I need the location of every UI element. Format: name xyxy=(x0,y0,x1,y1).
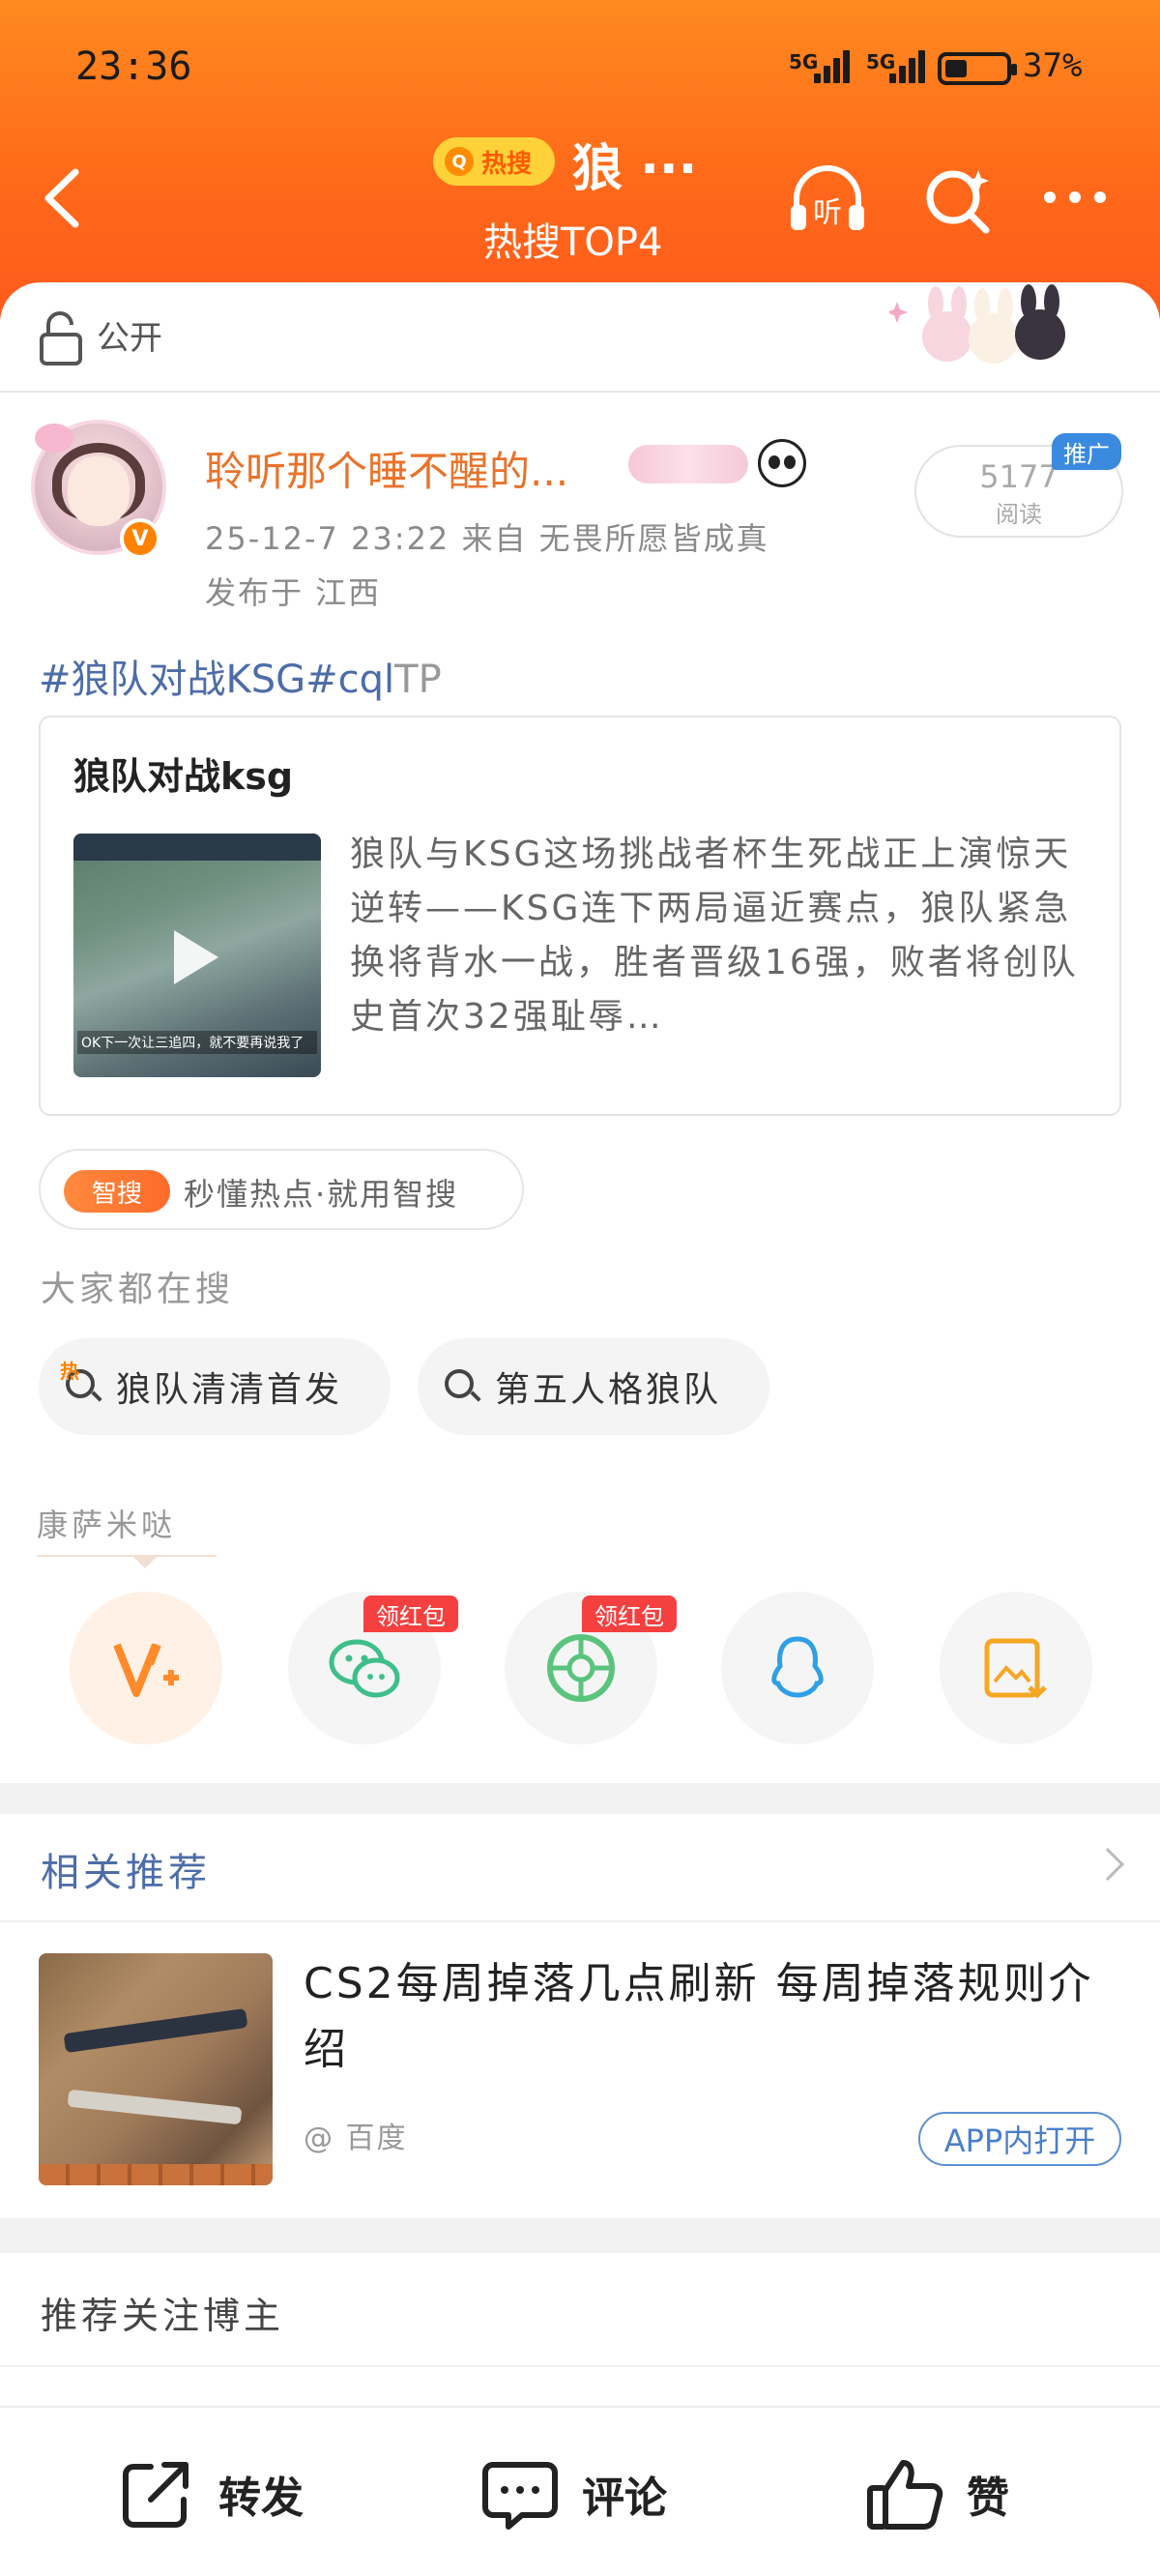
header-title[interactable]: 狼 ··· xyxy=(572,128,697,200)
signal-icon xyxy=(812,48,856,83)
verified-badge: V xyxy=(120,518,160,559)
divider xyxy=(0,391,1160,393)
headphones-listen-icon[interactable]: 听 xyxy=(787,162,868,236)
qq-icon xyxy=(771,1636,824,1698)
chevron-right-icon[interactable] xyxy=(1091,1848,1124,1881)
recommend-follow-header: 推荐关注博主 xyxy=(0,2253,1160,2365)
related-source: @ 百度 xyxy=(304,2122,408,2155)
member-badge-icon xyxy=(628,445,748,483)
article-title: 狼队对战ksg xyxy=(73,755,294,798)
search-suggestion-2[interactable]: 第五人格狼队 xyxy=(418,1338,769,1435)
v-plus-icon xyxy=(113,1643,179,1697)
related-title: 相关推荐 xyxy=(41,1851,211,1895)
divider xyxy=(37,1555,217,1557)
hashtag-line[interactable]: #狼队对战KSG#cqlTP xyxy=(39,648,442,704)
battery-percent: 37% xyxy=(1023,46,1083,85)
article-summary: 狼队与KSG这场挑战者杯生死战正上演惊天逆转——KSG连下两局逼近赛点，狼队紧急… xyxy=(350,834,1079,1037)
search-icon xyxy=(443,1367,481,1406)
comment-button[interactable]: 评论 xyxy=(479,2450,667,2537)
svg-text:听: 听 xyxy=(813,196,842,230)
pointer-arrow xyxy=(131,1555,159,1568)
more-options-icon[interactable] xyxy=(1034,162,1116,236)
thumbnail-caption: OK下一次让三追四，就不要再说我了 xyxy=(77,1031,317,1054)
visibility-label[interactable]: 公开 xyxy=(97,311,162,359)
related-headline[interactable]: CS2每周掉落几点刷新 每周掉落规则介绍 xyxy=(304,1951,1135,2083)
status-bar: 23:36 5G 5G 37% xyxy=(0,39,1160,97)
red-packet-tag-2[interactable]: 领红包 xyxy=(582,1595,677,1632)
recommend-follow-list xyxy=(0,2367,1160,2406)
comment-icon xyxy=(482,2462,558,2530)
repost-button[interactable]: 转发 xyxy=(116,2450,304,2537)
share-save-image-button[interactable] xyxy=(940,1592,1092,1744)
red-packet-tag[interactable]: 领红包 xyxy=(363,1595,458,1632)
open-in-app-button[interactable]: APP内打开 xyxy=(918,2112,1121,2166)
save-image-icon xyxy=(984,1638,1047,1699)
moments-icon xyxy=(547,1634,615,1702)
hot-search-icon: 热 xyxy=(60,1360,102,1406)
post-card: 公开 V 聆听那个睡不醒的... 25-12-7 23:22 来自 无畏所愿皆成… xyxy=(0,282,1160,1783)
related-thumbnail[interactable] xyxy=(39,1953,273,2185)
repost-icon xyxy=(123,2462,188,2528)
panda-icon xyxy=(758,439,806,487)
zhisou-badge: 智搜 xyxy=(64,1170,170,1213)
recommend-follow-title: 推荐关注博主 xyxy=(41,2295,285,2337)
like-button[interactable]: 赞 xyxy=(864,2450,1009,2537)
share-vplus-button[interactable] xyxy=(70,1592,222,1744)
video-thumbnail[interactable]: OK下一次让三追四，就不要再说我了 xyxy=(73,834,321,1077)
bottom-action-bar: 转发 评论 赞 xyxy=(0,2406,1160,2576)
hot-search-badge: Q 热搜 xyxy=(433,137,555,186)
post-location: 发布于 江西 xyxy=(205,574,382,611)
share-section-label: 康萨米哒 xyxy=(37,1507,177,1543)
battery-icon xyxy=(938,52,1017,85)
bunny-sticker-decoration xyxy=(889,284,1065,364)
promo-tag[interactable]: 推广 xyxy=(1052,433,1121,470)
everyone-search-label: 大家都在搜 xyxy=(41,1270,235,1309)
related-header[interactable]: 相关推荐 xyxy=(0,1814,1160,1920)
search-icon: Q xyxy=(445,147,474,176)
top-header: 23:36 5G 5G 37% Q 热搜 狼 ··· 热搜TOP4 听 xyxy=(0,0,1160,319)
smart-search-icon[interactable] xyxy=(918,162,1000,236)
wechat-icon xyxy=(329,1639,400,1698)
thumbs-up-icon xyxy=(867,2460,943,2530)
header-subtitle[interactable]: 热搜TOP4 xyxy=(483,211,663,267)
zhisou-text: 秒懂热点·就用智搜 xyxy=(184,1176,459,1213)
search-suggestion-1[interactable]: 热 狼队清清首发 xyxy=(39,1338,391,1435)
article-card[interactable]: 狼队对战ksg OK下一次让三追四，就不要再说我了 狼队与KSG这场挑战者杯生死… xyxy=(39,716,1121,1116)
status-time: 23:36 xyxy=(75,44,192,89)
back-arrow-icon[interactable] xyxy=(37,164,91,232)
share-qq-button[interactable] xyxy=(721,1592,874,1744)
zhisou-chip[interactable]: 智搜 秒懂热点·就用智搜 xyxy=(39,1149,524,1230)
post-meta: 25-12-7 23:22 来自 无畏所愿皆成真 xyxy=(205,520,769,557)
unlock-icon xyxy=(40,311,82,366)
related-item[interactable]: CS2每周掉落几点刷新 每周掉落规则介绍 @ 百度 APP内打开 xyxy=(0,1922,1160,2218)
play-icon[interactable] xyxy=(174,930,218,984)
username[interactable]: 聆听那个睡不醒的... xyxy=(205,439,568,498)
signal-icon-2 xyxy=(887,48,932,83)
